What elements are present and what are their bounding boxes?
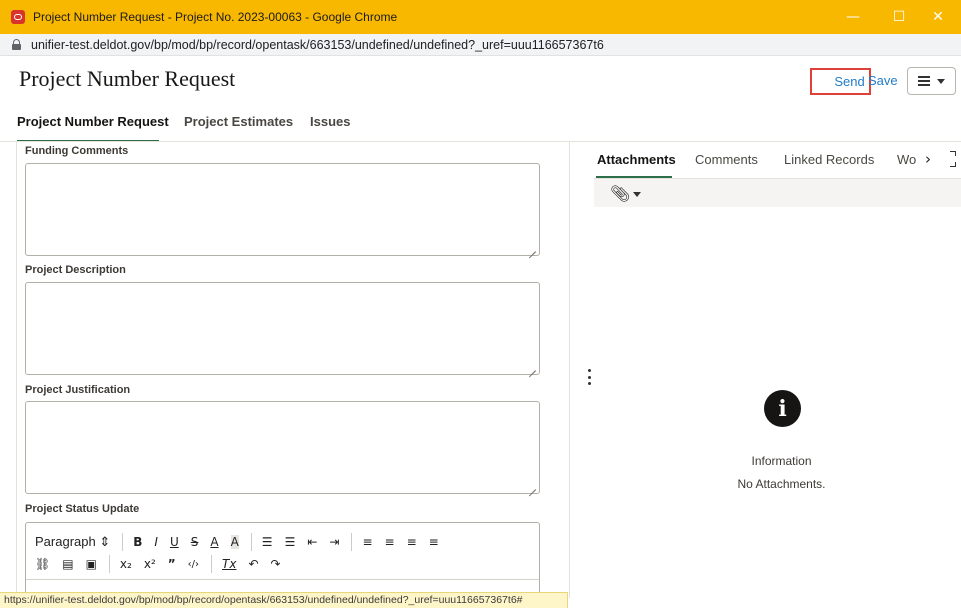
toolbar-separator bbox=[108, 555, 110, 573]
funding-comments-field[interactable] bbox=[25, 163, 540, 256]
paperclip-icon[interactable]: 📎︎ bbox=[610, 184, 630, 203]
code-icon[interactable]: ‹/› bbox=[188, 559, 199, 570]
italic-icon[interactable]: I bbox=[154, 535, 158, 549]
toolbar-separator bbox=[250, 533, 252, 551]
save-button[interactable]: Save bbox=[868, 73, 898, 88]
image-icon[interactable]: ▣ bbox=[86, 557, 97, 571]
toolbar-separator bbox=[122, 533, 124, 551]
record-tabs: Project Number Request Project Estimates… bbox=[0, 104, 961, 142]
chevron-down-icon bbox=[937, 78, 945, 84]
indent-icon[interactable]: ⇥ bbox=[329, 535, 339, 549]
actions-menu-button[interactable] bbox=[907, 67, 956, 95]
project-justification-field[interactable] bbox=[25, 401, 540, 494]
link-icon[interactable]: ⛓ bbox=[35, 557, 50, 571]
highlight-color-icon[interactable]: A bbox=[230, 535, 239, 549]
page-title: Project Number Request bbox=[19, 66, 236, 91]
numbered-list-icon[interactable]: ☰ bbox=[285, 535, 296, 549]
blockquote-icon[interactable]: ” bbox=[168, 557, 176, 571]
paragraph-format-label: Paragraph bbox=[35, 534, 96, 549]
tab-project-number-request[interactable]: Project Number Request bbox=[17, 114, 169, 129]
bold-icon[interactable]: B bbox=[133, 535, 142, 549]
table-icon[interactable]: ▤ bbox=[62, 557, 73, 571]
form-pane: Funding Comments Project Description Pro… bbox=[16, 142, 570, 598]
align-right-icon[interactable]: ≡ bbox=[407, 535, 417, 549]
project-justification-label: Project Justification bbox=[25, 384, 131, 396]
tab-project-estimates[interactable]: Project Estimates bbox=[184, 114, 293, 129]
project-description-label: Project Description bbox=[25, 264, 126, 276]
redo-icon[interactable]: ↷ bbox=[271, 557, 281, 571]
window-title: Project Number Request - Project No. 202… bbox=[33, 10, 398, 24]
superscript-icon[interactable]: x² bbox=[144, 557, 156, 571]
attachments-toolbar: 📎︎ bbox=[594, 179, 961, 207]
outdent-icon[interactable]: ⇤ bbox=[307, 535, 317, 549]
paragraph-format-select[interactable]: Paragraph ⇕ bbox=[35, 534, 110, 550]
pane-splitter-handle[interactable] bbox=[587, 369, 591, 385]
tab-issues[interactable]: Issues bbox=[310, 114, 350, 129]
send-button[interactable]: Send bbox=[810, 68, 871, 95]
lock-icon bbox=[12, 39, 21, 50]
status-url-tooltip: https://unifier-test.deldot.gov/bp/mod/b… bbox=[0, 592, 568, 608]
close-icon[interactable]: ✕ bbox=[915, 0, 961, 34]
resize-handle-icon[interactable] bbox=[529, 245, 536, 252]
editor-divider bbox=[26, 579, 539, 580]
send-label: Send bbox=[834, 74, 865, 89]
info-title: Information bbox=[751, 454, 812, 468]
resize-handle-icon[interactable] bbox=[529, 483, 536, 490]
resize-handle-icon[interactable] bbox=[529, 364, 536, 371]
chevron-down-icon[interactable] bbox=[633, 192, 641, 197]
align-left-icon[interactable]: ≡ bbox=[362, 535, 372, 549]
empty-state-message: No Attachments. bbox=[737, 477, 826, 491]
underline-icon[interactable]: U bbox=[170, 535, 179, 549]
align-center-icon[interactable]: ≡ bbox=[385, 535, 395, 549]
rich-text-editor[interactable]: Paragraph ⇕ B I U S A A ☰ ☰ ⇤ ⇥ ≡ ≡ ≡ ≡ … bbox=[25, 522, 540, 598]
info-icon: i bbox=[764, 390, 801, 427]
browser-title-bar: Project Number Request - Project No. 202… bbox=[0, 0, 961, 34]
tab-linked-records[interactable]: Linked Records bbox=[784, 152, 874, 167]
oracle-app-icon bbox=[11, 10, 25, 24]
editor-toolbar-row-1: Paragraph ⇕ B I U S A A ☰ ☰ ⇤ ⇥ ≡ ≡ ≡ ≡ bbox=[35, 533, 451, 551]
tab-workflow[interactable]: Wo bbox=[897, 152, 916, 167]
address-url[interactable]: unifier-test.deldot.gov/bp/mod/bp/record… bbox=[31, 38, 604, 52]
minimize-icon[interactable]: — bbox=[830, 0, 876, 34]
tab-attachments[interactable]: Attachments bbox=[597, 152, 676, 167]
side-panel: Attachments Comments Linked Records Wo ›… bbox=[594, 142, 961, 608]
bullet-list-icon[interactable]: ☰ bbox=[262, 535, 273, 549]
project-description-field[interactable] bbox=[25, 282, 540, 375]
undo-icon[interactable]: ↶ bbox=[248, 557, 258, 571]
clear-formatting-icon[interactable]: Tx bbox=[222, 557, 236, 571]
tab-comments[interactable]: Comments bbox=[695, 152, 758, 167]
toolbar-separator bbox=[211, 555, 213, 573]
editor-toolbar-row-2: ⛓ ▤ ▣ x₂ x² ” ‹/› Tx ↶ ↷ bbox=[35, 555, 293, 573]
subscript-icon[interactable]: x₂ bbox=[120, 557, 132, 571]
hamburger-icon bbox=[918, 76, 930, 86]
address-bar[interactable]: unifier-test.deldot.gov/bp/mod/bp/record… bbox=[0, 34, 961, 56]
project-status-update-label: Project Status Update bbox=[25, 503, 140, 515]
funding-comments-label: Funding Comments bbox=[25, 145, 129, 157]
toolbar-separator bbox=[351, 533, 353, 551]
expand-icon[interactable] bbox=[950, 151, 957, 167]
text-color-icon[interactable]: A bbox=[210, 535, 218, 549]
align-justify-icon[interactable]: ≡ bbox=[429, 535, 439, 549]
chevron-right-icon[interactable]: › bbox=[925, 150, 931, 168]
strikethrough-icon[interactable]: S bbox=[191, 535, 199, 549]
